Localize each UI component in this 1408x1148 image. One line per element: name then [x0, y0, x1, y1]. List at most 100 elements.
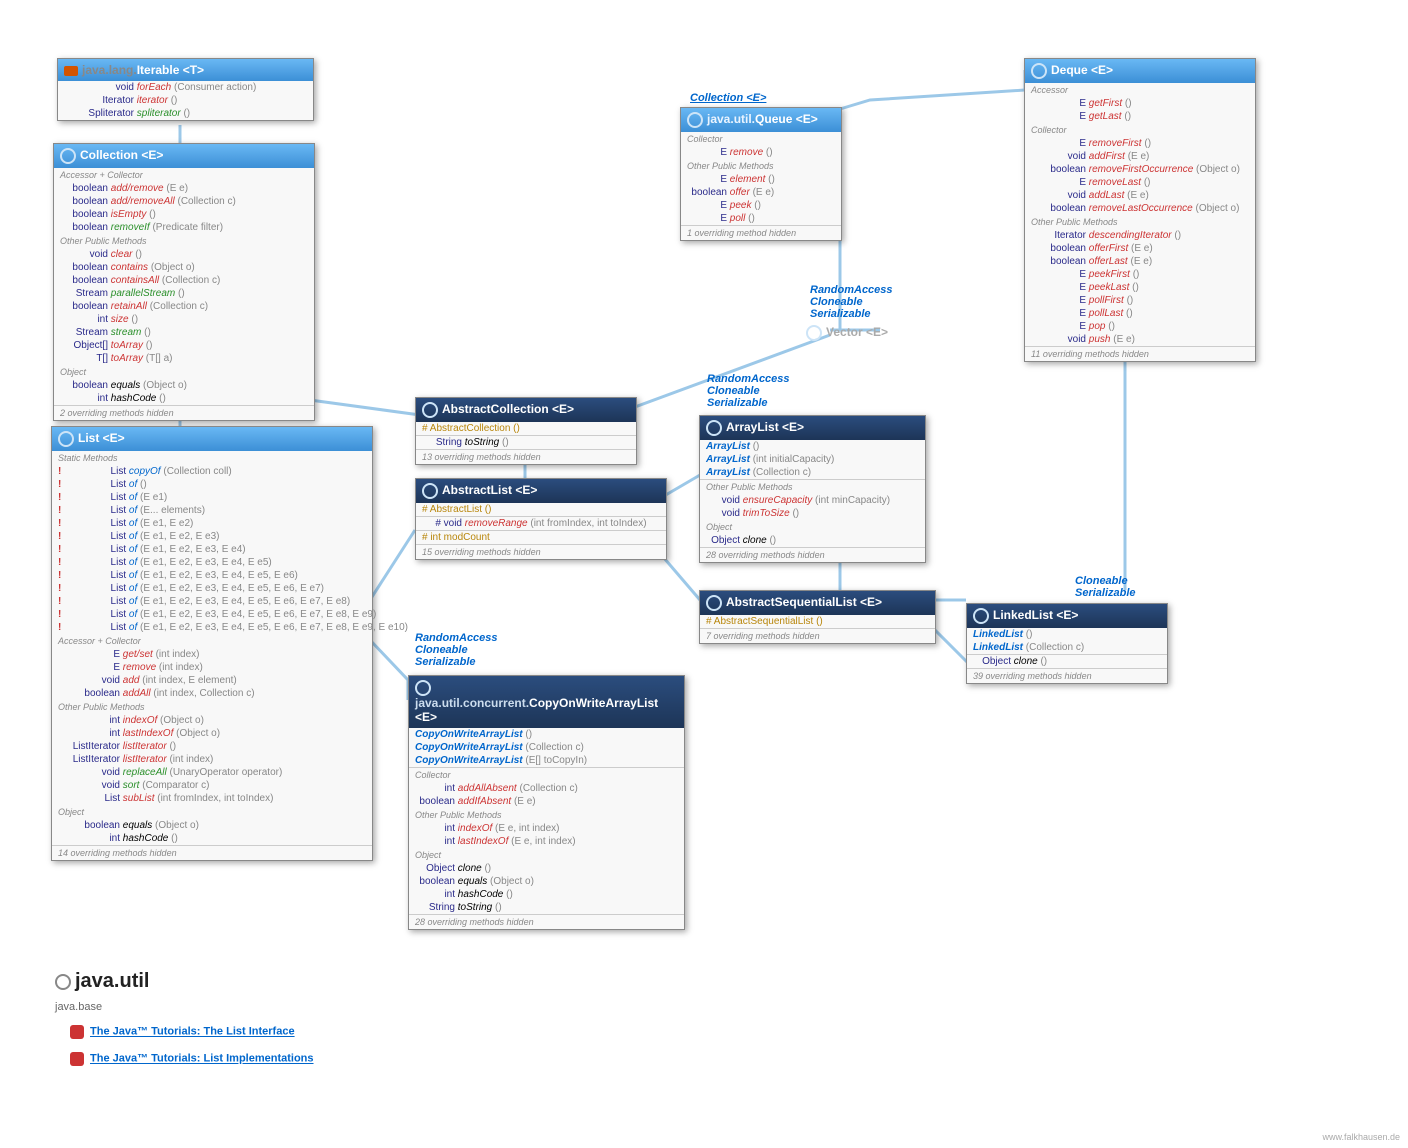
method-row: ! List of (E e1, E e2, E e3, E e4, E e5,… [52, 569, 372, 582]
site-credit: www.falkhausen.de [1322, 1132, 1400, 1142]
method-row: int indexOf (Object o) [52, 714, 372, 727]
gear-icon [415, 680, 431, 696]
footer-hidden: 7 overriding methods hidden [700, 628, 935, 643]
gear-icon [706, 420, 722, 436]
method-row: ! List of (E e1, E e2, E e3, E e4, E e5,… [52, 621, 372, 634]
method-row: boolean removeIf (Predicate filter) [54, 221, 314, 234]
footer-hidden: 15 overriding methods hidden [416, 544, 666, 559]
footer-hidden: 28 overriding methods hidden [700, 547, 925, 562]
method-row: E getFirst () [1025, 97, 1255, 110]
coffee-icon [64, 66, 78, 76]
section-label: Accessor + Collector [54, 168, 314, 182]
class-deque: Deque <E> Accessor E getFirst ()E getLas… [1024, 58, 1256, 362]
class-abstractsequentiallist: AbstractSequentialList <E> # AbstractSeq… [699, 590, 936, 644]
section-label: Collector [409, 767, 684, 782]
method-row: boolean equals (Object o) [54, 379, 314, 392]
method-row: int hashCode () [52, 832, 372, 845]
method-row: boolean addIfAbsent (E e) [409, 795, 684, 808]
footer-hidden: 14 overriding methods hidden [52, 845, 372, 860]
collection-ref-link[interactable]: Collection <E> [690, 92, 766, 104]
method-row: boolean addAll (int index, Collection c) [52, 687, 372, 700]
section-label: Collector [1025, 123, 1255, 137]
method-row: E remove (int index) [52, 661, 372, 674]
constructor: LinkedList () [967, 628, 1167, 641]
abscoll-title: AbstractCollection <E> [416, 398, 636, 422]
footer-hidden: 2 overriding methods hidden [54, 405, 314, 420]
deque-title: Deque <E> [1025, 59, 1255, 83]
class-arraylist: ArrayList <E> ArrayList ()ArrayList (int… [699, 415, 926, 563]
method-row: String toString () [409, 901, 684, 914]
class-iterable: java.lang.Iterable <T> void forEach (Con… [57, 58, 314, 121]
method-row: ! List of (E e1, E e2, E e3, E e4, E e5) [52, 556, 372, 569]
method-row: boolean equals (Object o) [52, 819, 372, 832]
gear-icon [55, 974, 71, 990]
section-label: Accessor [1025, 83, 1255, 97]
list-title: List <E> [52, 427, 372, 451]
method-row: E get/set (int index) [52, 648, 372, 661]
method-row: void addFirst (E e) [1025, 150, 1255, 163]
gear-icon [973, 608, 989, 624]
method-row: E peek () [681, 199, 841, 212]
method-row: Iterator descendingIterator () [1025, 229, 1255, 242]
method-row: boolean offerLast (E e) [1025, 255, 1255, 268]
method-row: # void removeRange (int fromIndex, int t… [416, 517, 666, 530]
method-row: ! List of (E... elements) [52, 504, 372, 517]
method-row: void clear () [54, 248, 314, 261]
gear-icon [422, 483, 438, 499]
method-row: boolean add/removeAll (Collection c) [54, 195, 314, 208]
method-row: ! List of (E e1) [52, 491, 372, 504]
constructor: CopyOnWriteArrayList () [409, 728, 684, 741]
method-row: E remove () [681, 146, 841, 159]
constructor: ArrayList (Collection c) [700, 466, 925, 479]
class-copyonwritearraylist: java.util.concurrent.CopyOnWriteArrayLis… [408, 675, 685, 930]
method-row: int lastIndexOf (Object o) [52, 727, 372, 740]
method-row: E poll () [681, 212, 841, 225]
tutorial-link-list-impl[interactable]: The Java™ Tutorials: List Implementation… [70, 1052, 314, 1066]
constructor: CopyOnWriteArrayList (E[] toCopyIn) [409, 754, 684, 767]
iterable-title: java.lang.Iterable <T> [58, 59, 313, 81]
gear-icon [60, 148, 76, 164]
method-row: Stream parallelStream () [54, 287, 314, 300]
method-row: boolean equals (Object o) [409, 875, 684, 888]
cowal-badges: RandomAccess Cloneable Serializable [415, 632, 498, 668]
gear-icon [58, 431, 74, 447]
linkedlist-badges: Cloneable Serializable [1075, 575, 1136, 599]
method-row: void add (int index, E element) [52, 674, 372, 687]
method-row: boolean containsAll (Collection c) [54, 274, 314, 287]
method-row: ! List of (E e1, E e2, E e3) [52, 530, 372, 543]
method-row: boolean isEmpty () [54, 208, 314, 221]
section-label: Other Public Methods [409, 808, 684, 822]
method-row: void sort (Comparator c) [52, 779, 372, 792]
collection-title: Collection <E> [54, 144, 314, 168]
method-row: boolean contains (Object o) [54, 261, 314, 274]
section-label: Collector [681, 132, 841, 146]
gear-icon [1031, 63, 1047, 79]
class-list: List <E> Static Methods ! List copyOf (C… [51, 426, 373, 861]
method-row: boolean removeLastOccurrence (Object o) [1025, 202, 1255, 215]
class-collection: Collection <E> Accessor + Collector bool… [53, 143, 315, 421]
method-row: ! List of (E e1, E e2, E e3, E e4, E e5,… [52, 582, 372, 595]
section-label: Accessor + Collector [52, 634, 372, 648]
section-label: Other Public Methods [700, 479, 925, 494]
method-row: ! List of (E e1, E e2, E e3, E e4, E e5,… [52, 595, 372, 608]
vector-badges: RandomAccess Cloneable Serializable [810, 284, 893, 320]
method-row: E removeFirst () [1025, 137, 1255, 150]
section-label: Other Public Methods [1025, 215, 1255, 229]
footer-hidden: 11 overriding methods hidden [1025, 346, 1255, 361]
method-row: T[] toArray (T[] a) [54, 352, 314, 365]
gear-icon [806, 325, 822, 341]
method-row: ListIterator listIterator (int index) [52, 753, 372, 766]
method-row: ! List copyOf (Collection coll) [52, 465, 372, 478]
section-label: Object [700, 520, 925, 534]
section-label: Object [52, 805, 372, 819]
section-label: Object [54, 365, 314, 379]
arraylist-badges: RandomAccess Cloneable Serializable [707, 373, 790, 409]
method-row: String toString () [416, 436, 636, 449]
method-row: void replaceAll (UnaryOperator operator) [52, 766, 372, 779]
method-row: ListIterator listIterator () [52, 740, 372, 753]
method-row: int size () [54, 313, 314, 326]
class-linkedlist: LinkedList <E> LinkedList ()LinkedList (… [966, 603, 1168, 684]
class-vector-ghost[interactable]: Vector <E> [806, 325, 888, 341]
method-row: Spliterator spliterator () [58, 107, 313, 120]
tutorial-link-list-interface[interactable]: The Java™ Tutorials: The List Interface [70, 1025, 295, 1039]
